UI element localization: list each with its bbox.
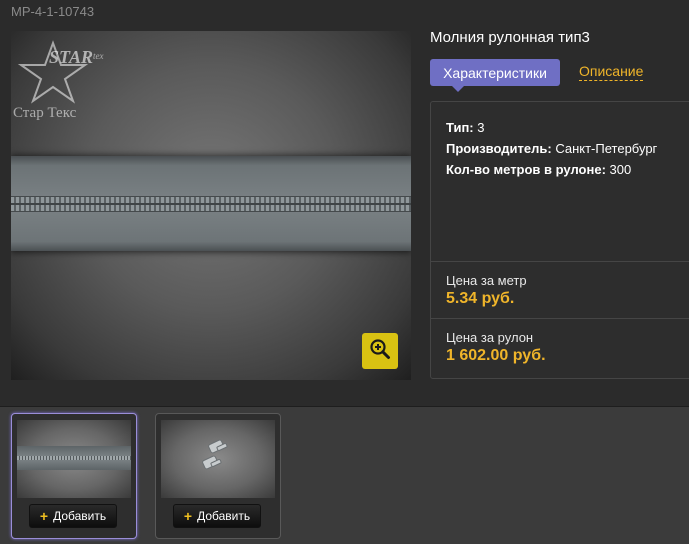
- zoom-button[interactable]: [362, 333, 398, 369]
- spec-meters-per-roll: Кол-во метров в рулоне: 300: [446, 162, 631, 177]
- spec-value: Санкт-Петербург: [555, 141, 658, 156]
- spec-type: Тип: 3: [446, 120, 484, 135]
- spec-label: Тип:: [446, 120, 474, 135]
- svg-text:tex: tex: [93, 51, 104, 61]
- product-title: Молния рулонная тип3: [430, 29, 590, 46]
- add-button-label: Добавить: [197, 509, 251, 523]
- svg-text:STAR: STAR: [49, 47, 93, 67]
- tab-description[interactable]: Описание: [579, 63, 644, 81]
- zoom-in-icon: [369, 338, 391, 365]
- price-per-roll-label: Цена за рулон: [446, 330, 534, 345]
- spec-manufacturer: Производитель: Санкт-Петербург: [446, 141, 657, 156]
- plus-icon: +: [39, 508, 49, 524]
- brand-logo: STAR tex Стар Текс: [13, 35, 108, 125]
- thumbnail-image: [161, 420, 275, 498]
- price-per-meter-label: Цена за метр: [446, 273, 527, 288]
- zipper-tape: [11, 156, 411, 251]
- add-button-label: Добавить: [53, 509, 107, 523]
- plus-icon: +: [183, 508, 193, 524]
- divider: [431, 318, 689, 319]
- add-button[interactable]: + Добавить: [173, 504, 261, 528]
- tab-characteristics[interactable]: Характеристики: [430, 59, 560, 92]
- spec-value: 300: [609, 162, 632, 177]
- divider: [431, 261, 689, 262]
- spec-label: Кол-во метров в рулоне:: [446, 162, 606, 177]
- price-per-roll: 1 602.00 руб.: [446, 347, 546, 364]
- spec-value: 3: [477, 120, 485, 135]
- price-per-meter: 5.34 руб.: [446, 290, 515, 307]
- thumbnail-image: [17, 420, 131, 498]
- logo-caption: Стар Текс: [13, 105, 77, 121]
- thumbnail-zipper-sliders[interactable]: + Добавить: [155, 413, 281, 539]
- specs-card: Тип: 3 Производитель: Санкт-Петербург Ко…: [430, 101, 689, 379]
- spec-label: Производитель:: [446, 141, 552, 156]
- product-image: STAR tex Стар Текс: [11, 31, 411, 380]
- thumbnail-zipper-tape[interactable]: + Добавить: [11, 413, 137, 539]
- product-sku: MP-4-1-10743: [11, 4, 95, 19]
- add-button[interactable]: + Добавить: [29, 504, 117, 528]
